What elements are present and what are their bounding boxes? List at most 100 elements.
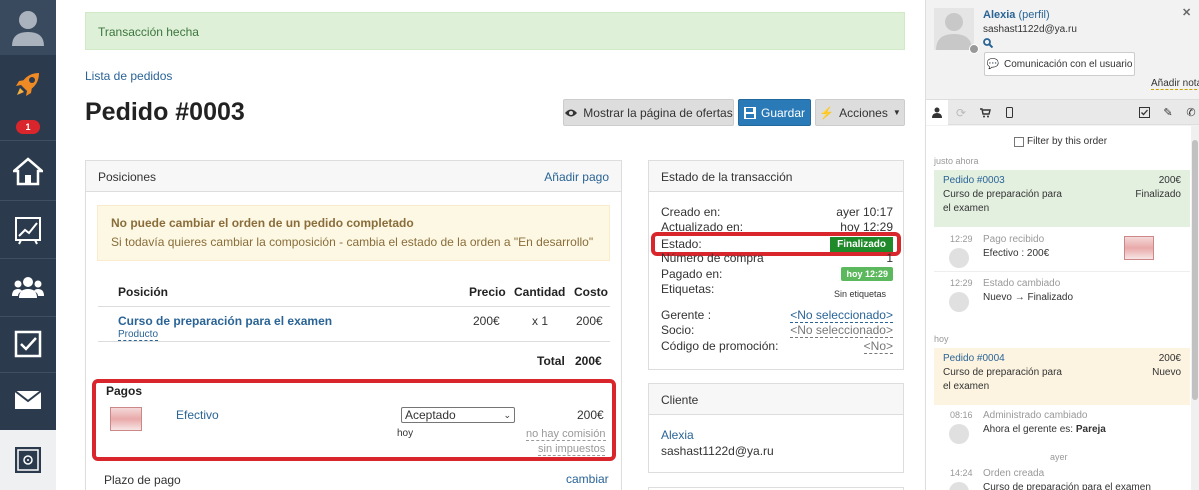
manager-label: Gerente : (661, 308, 712, 322)
add-note-link[interactable]: Añadir nota (1151, 78, 1199, 90)
group-label-today: hoy (934, 334, 949, 344)
payment-commission[interactable]: no hay comisión (526, 428, 606, 441)
tab-cart-icon[interactable] (974, 100, 996, 125)
status-badge[interactable]: Finalizado (830, 237, 893, 252)
positions-title: Posiciones (98, 170, 157, 184)
scrollbar-thumb[interactable] (1192, 140, 1198, 400)
nav-divider (0, 258, 56, 259)
group-label-yesterday: ayer (1050, 452, 1068, 462)
notification-badge[interactable]: 1 (16, 120, 40, 134)
transaction-status-panel: Estado de la transacción Creado en: ayer… (648, 160, 904, 370)
tab-pencil-icon[interactable]: ✎ (1157, 100, 1179, 125)
event-title: Orden creada (983, 468, 1045, 479)
search-icon[interactable] (983, 38, 994, 51)
filter-checkbox-row[interactable]: Filter by this order (1014, 136, 1107, 147)
order-desc-cont: el examen (943, 381, 990, 392)
order-card-0003[interactable]: Pedido #0003 200€ Curso de preparación pa… (934, 170, 1190, 227)
show-offers-page-button[interactable]: Mostrar la página de ofertas (563, 99, 734, 126)
partner-select[interactable]: <No seleccionado> (790, 323, 893, 338)
event-text: Nuevo → Finalizado (983, 292, 1073, 303)
status-to: Finalizado (1027, 292, 1074, 303)
tab-history-icon[interactable]: ⟳ (950, 100, 972, 125)
payments-label: Pagos (106, 384, 143, 398)
status-row: Estado: Finalizado (661, 237, 893, 252)
save-button[interactable]: Guardar (738, 99, 811, 126)
order-id-link[interactable]: Pedido #0004 (943, 352, 1005, 366)
floppy-disk-icon (743, 106, 756, 119)
profile-link[interactable]: (perfil) (1018, 9, 1049, 21)
order-amount: 200€ (1158, 353, 1181, 364)
total-value: 200€ (575, 354, 602, 368)
bolt-icon: ⚡ (819, 105, 835, 120)
event-manager-changed: 08:16 Administrado cambiado Ahora el ger… (934, 410, 1190, 448)
payment-date: hoy (397, 428, 414, 439)
client-email: sashast1122d@ya.ru (661, 444, 774, 458)
manager-name: Pareja (1075, 424, 1106, 435)
manager-row: Gerente : <No seleccionado> (661, 308, 893, 323)
event-avatar-icon (949, 248, 969, 268)
chart-icon[interactable] (0, 202, 56, 258)
paid-badge: hoy 12:29 (841, 267, 893, 281)
table-divider (98, 306, 610, 307)
manager-select[interactable]: <No seleccionado> (790, 308, 893, 323)
save-label: Guardar (760, 105, 806, 120)
add-payment-link[interactable]: Añadir pago (544, 170, 609, 184)
actions-dropdown-button[interactable]: ⚡ Acciones ▼ (815, 99, 905, 126)
payments-highlight-box: Pagos Efectivo Aceptado ⌄ hoy 200€ no ha… (92, 379, 616, 461)
caret-down-icon: ▼ (892, 108, 901, 117)
tags-label: Etiquetas: (661, 282, 715, 296)
activity-feed: Filter by this order justo ahora Pedido … (926, 126, 1199, 490)
item-type-link[interactable]: Producto (118, 329, 159, 341)
event-time: 12:29 (950, 278, 973, 288)
client-panel-header: Cliente (649, 384, 903, 415)
contact-user-label: Comunicación con el usuario (1004, 58, 1133, 70)
tags-value[interactable]: Sin etiquetas (834, 289, 886, 299)
rocket-icon[interactable] (0, 60, 56, 108)
tasks-checkbox-icon[interactable] (0, 318, 56, 370)
col-quantity: Cantidad (514, 285, 566, 299)
tab-mobile-icon[interactable] (998, 100, 1020, 125)
col-cost: Costo (574, 285, 608, 299)
purchase-value: 1 (886, 251, 893, 265)
created-label: Creado en: (661, 205, 721, 219)
item-name-link[interactable]: Curso de preparación para el examen (118, 314, 332, 328)
payment-method-link[interactable]: Efectivo (176, 408, 219, 422)
tab-checklist-icon[interactable] (1133, 100, 1155, 125)
change-term-link[interactable]: cambiar (566, 472, 609, 486)
user-avatar-icon[interactable] (0, 0, 56, 55)
status-from: Nuevo (983, 292, 1012, 303)
total-label: Total (537, 354, 565, 368)
order-id-link[interactable]: Pedido #0003 (943, 174, 1005, 188)
promo-label: Código de promoción: (661, 339, 779, 353)
tab-phone-icon[interactable]: ✆ (1180, 100, 1199, 125)
close-icon[interactable]: ✕ (1182, 6, 1191, 19)
event-title: Estado cambiado (983, 278, 1061, 289)
mail-icon[interactable] (0, 374, 56, 426)
item-price: 200€ (473, 314, 500, 328)
actions-label: Acciones (839, 105, 888, 120)
sidebar-scrollbar[interactable] (1191, 126, 1199, 490)
status-label: Estado: (661, 237, 702, 251)
user-email: sashast1122d@ya.ru (983, 24, 1077, 35)
order-card-0004[interactable]: Pedido #0004 200€ Curso de preparación pa… (934, 348, 1190, 405)
promo-select[interactable]: <No> (863, 339, 893, 354)
purchase-label: Número de compra (661, 251, 764, 265)
users-icon[interactable] (0, 260, 56, 316)
safe-icon[interactable] (0, 430, 56, 490)
event-text: Curso de preparación para el examen (983, 482, 1151, 490)
payment-tax[interactable]: sin impuestos (538, 443, 606, 456)
user-name-link[interactable]: Alexia (983, 9, 1015, 21)
cash-money-icon (110, 407, 142, 431)
payment-status-select[interactable]: Aceptado ⌄ (401, 407, 515, 423)
event-order-created: 14:24 Orden creada Curso de preparación … (934, 468, 1190, 490)
filter-checkbox[interactable] (1014, 136, 1024, 147)
payment-status-value: Aceptado (405, 408, 456, 422)
client-name-link[interactable]: Alexia (661, 428, 694, 442)
home-icon[interactable] (0, 142, 56, 200)
contact-user-button[interactable]: 💬 Comunicación con el usuario (984, 52, 1135, 76)
event-text: Ahora el gerente es: Pareja (983, 424, 1106, 435)
breadcrumb-orders-link[interactable]: Lista de pedidos (85, 69, 172, 83)
tab-user-icon[interactable] (926, 100, 948, 125)
event-avatar-icon (949, 482, 969, 490)
cash-money-icon (1124, 236, 1154, 260)
